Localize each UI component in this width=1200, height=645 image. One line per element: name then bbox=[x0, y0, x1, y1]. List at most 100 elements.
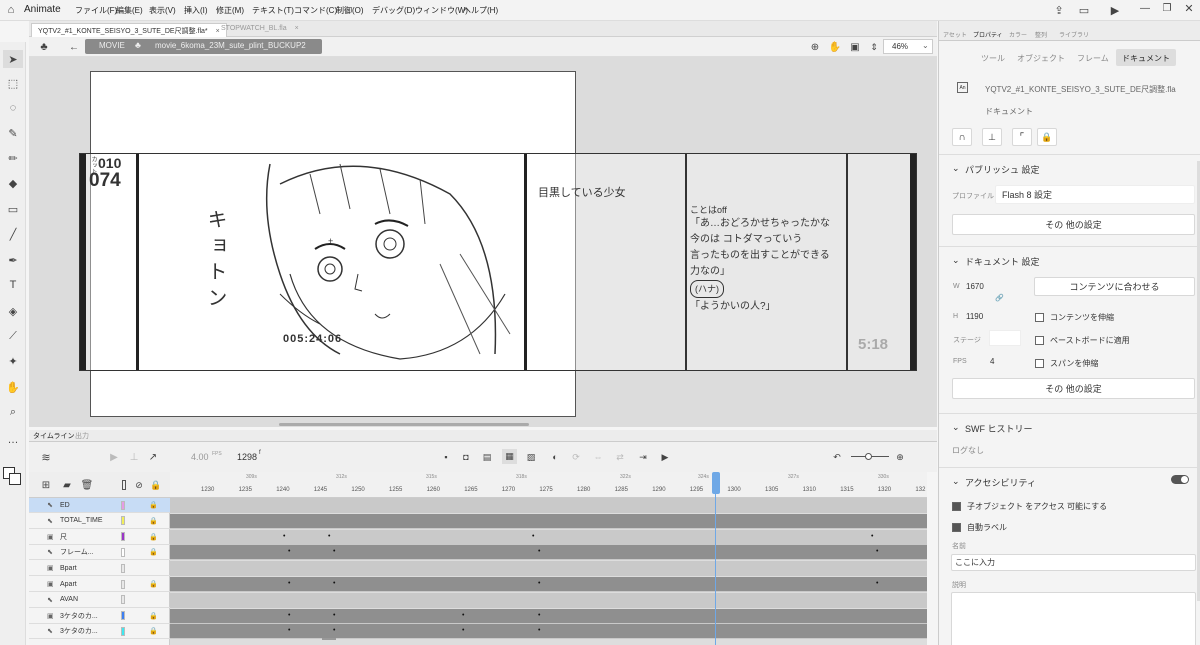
insert-frame-icon[interactable]: ▪ bbox=[440, 451, 452, 463]
doc-tab-active[interactable]: YQTV2_#1_KONTE_SEISYO_3_SUTE_DE尺調整.fla* … bbox=[31, 23, 227, 37]
layer-color-swatch[interactable] bbox=[121, 595, 125, 605]
doc-tab[interactable]: STOPWATCH_BL.fla × bbox=[215, 23, 305, 37]
keyframe[interactable]: • bbox=[333, 627, 335, 634]
frame-row[interactable] bbox=[170, 498, 927, 513]
lock-icon[interactable]: 🔒 bbox=[149, 627, 158, 635]
free-transform-icon[interactable]: ⬚ bbox=[3, 74, 23, 92]
close-icon[interactable]: ✕ bbox=[1182, 2, 1196, 15]
menu-item[interactable]: ウィンドウ(W) bbox=[415, 5, 468, 16]
frame-row[interactable] bbox=[170, 561, 927, 577]
layer-row[interactable]: ⬉ TOTAL_TIME 🔒 bbox=[29, 514, 170, 529]
fill-color-swatch[interactable] bbox=[9, 473, 21, 485]
zoom-icon[interactable]: ⌕ bbox=[3, 403, 23, 421]
pin-icon[interactable]: ✦ bbox=[3, 352, 23, 370]
keyframe[interactable]: • bbox=[288, 612, 290, 619]
zoom-select[interactable]: 46% ⌄ bbox=[883, 39, 933, 54]
layer-name[interactable]: AVAN bbox=[60, 596, 120, 603]
keyframe-add-icon[interactable]: ▨ bbox=[525, 451, 537, 463]
menu-item[interactable]: ヘルプ(H) bbox=[463, 5, 498, 16]
layer-name[interactable]: フレーム... bbox=[60, 547, 120, 557]
text-icon[interactable]: T bbox=[3, 276, 23, 294]
fps-value[interactable]: 4 bbox=[990, 357, 994, 366]
guides-icon[interactable]: ⊥ bbox=[982, 128, 1002, 146]
lasso-icon[interactable]: ◌ bbox=[3, 99, 23, 117]
corner-icon[interactable]: ⌜ bbox=[1012, 128, 1032, 146]
tab-assets[interactable]: アセット bbox=[943, 30, 967, 39]
auto-label-checkbox[interactable] bbox=[952, 523, 961, 532]
zoom-in-icon[interactable]: ⊕ bbox=[894, 451, 906, 463]
layer-name[interactable]: 3ケタのカ... bbox=[60, 626, 120, 636]
center-stage-icon[interactable]: ⊕ bbox=[809, 40, 821, 54]
loop-icon[interactable]: ⟳ bbox=[570, 451, 582, 463]
zoom-stepper-icon[interactable]: ⇕ bbox=[869, 40, 879, 54]
onion-icon[interactable]: ◐ bbox=[549, 451, 561, 463]
undo-icon[interactable]: ↶ bbox=[831, 451, 843, 463]
name-input[interactable]: ここに入力 bbox=[951, 554, 1196, 571]
keyframe[interactable]: • bbox=[462, 627, 464, 634]
subtab-object[interactable]: オブジェクト bbox=[1017, 53, 1065, 64]
keyframe[interactable]: • bbox=[288, 627, 290, 634]
share-icon[interactable]: ⇪ bbox=[1052, 3, 1066, 17]
layer-name[interactable]: 尺 bbox=[60, 532, 120, 542]
menu-item[interactable]: 制御(O) bbox=[336, 5, 364, 16]
rectangle-icon[interactable]: ▭ bbox=[3, 200, 23, 218]
parent-icon[interactable]: ⊥ bbox=[127, 450, 141, 464]
eyedropper-icon[interactable]: ⟋ bbox=[3, 327, 23, 345]
width-value[interactable]: 1670 bbox=[966, 282, 984, 291]
description-input[interactable] bbox=[951, 592, 1196, 645]
pencil-icon[interactable]: ✏ bbox=[3, 149, 23, 167]
restore-icon[interactable]: ❐ bbox=[1160, 2, 1174, 14]
keyframe[interactable]: • bbox=[538, 627, 540, 634]
paint-bucket-icon[interactable]: ◈ bbox=[3, 302, 23, 320]
layer-row[interactable]: ▣ 尺 🔒 bbox=[29, 530, 170, 545]
line-icon[interactable]: ╱ bbox=[3, 225, 23, 243]
window-icon[interactable]: ▭ bbox=[1077, 3, 1091, 17]
layer-row[interactable]: ▣ Apart 🔒 bbox=[29, 577, 170, 592]
sync-icon[interactable]: ⇔ bbox=[592, 451, 604, 463]
layer-row[interactable]: ▣ Bpart bbox=[29, 561, 170, 577]
layer-color-swatch[interactable] bbox=[121, 500, 125, 510]
trash-icon[interactable]: 🗑 bbox=[81, 479, 94, 491]
chevron-down-icon[interactable]: ⌄ bbox=[952, 476, 960, 487]
layer-row[interactable]: ⬉ AVAN bbox=[29, 593, 170, 608]
hand-icon[interactable]: ✋ bbox=[3, 378, 23, 396]
lock-icon[interactable]: 🔒 bbox=[149, 548, 158, 556]
child-access-checkbox[interactable] bbox=[952, 502, 961, 511]
lock-icon[interactable]: 🔒 bbox=[149, 580, 158, 588]
stretch-content-checkbox[interactable] bbox=[1035, 313, 1044, 322]
blank-keyframe-icon[interactable]: ▤ bbox=[481, 451, 493, 463]
profile-field[interactable]: Flash 8 設定 bbox=[995, 185, 1195, 204]
horizontal-scrollbar[interactable] bbox=[279, 423, 529, 426]
lock-icon[interactable]: 🔒 bbox=[150, 479, 162, 491]
layer-color-swatch[interactable] bbox=[121, 532, 125, 542]
layer-row[interactable]: ⬉ ED 🔒 bbox=[29, 498, 170, 513]
graph-icon[interactable]: ↗ bbox=[146, 450, 160, 464]
breadcrumb-symbol[interactable]: movie_6koma_23M_sute_plint_BUCKUP2 bbox=[155, 41, 306, 50]
keyframe[interactable]: • bbox=[538, 580, 540, 587]
edit-multiple-icon[interactable]: ⇄ bbox=[614, 451, 626, 463]
menu-item[interactable]: 修正(M) bbox=[216, 5, 244, 16]
clip-icon[interactable]: ▣ bbox=[849, 40, 861, 54]
layer-color-swatch[interactable] bbox=[121, 516, 125, 526]
layer-color-swatch[interactable] bbox=[121, 611, 125, 621]
stage-area[interactable]: カット 010 074 005:24:06 5:18 目黒している少女 キョトン… bbox=[29, 57, 937, 427]
keyframe[interactable]: • bbox=[288, 580, 290, 587]
subtab-tool[interactable]: ツール bbox=[981, 53, 1005, 64]
tab-timeline[interactable]: タイムライン bbox=[33, 431, 75, 441]
insert-keyframe-icon[interactable]: ◘ bbox=[460, 451, 472, 463]
tab-output[interactable]: 出力 bbox=[75, 431, 89, 441]
frame-row[interactable]: • • • • bbox=[170, 545, 927, 561]
chevron-down-icon[interactable]: ⌄ bbox=[952, 163, 960, 174]
breadcrumb-scene[interactable]: MOVIE bbox=[99, 41, 125, 50]
menu-item[interactable]: 挿入(I) bbox=[184, 5, 208, 16]
close-icon[interactable]: × bbox=[295, 25, 299, 32]
frame-row[interactable] bbox=[170, 592, 927, 608]
menu-item[interactable]: ファイル(F) bbox=[75, 5, 117, 16]
export-icon[interactable]: ⇥ bbox=[637, 451, 649, 463]
apply-pasteboard-checkbox[interactable] bbox=[1035, 336, 1044, 345]
pen-icon[interactable]: ✒ bbox=[3, 251, 23, 269]
layer-name[interactable]: 3ケタのカ... bbox=[60, 611, 120, 621]
resize-handle[interactable] bbox=[322, 638, 336, 640]
chevron-down-icon[interactable]: ⌄ bbox=[952, 255, 960, 266]
layer-color-swatch[interactable] bbox=[121, 547, 125, 557]
